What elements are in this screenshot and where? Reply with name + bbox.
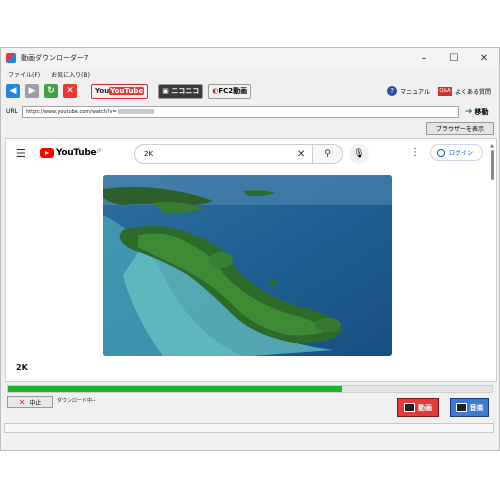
niconico-site-button[interactable]: ▣ ニコニコ <box>158 83 204 99</box>
menu-icon[interactable]: ☰ <box>16 147 26 160</box>
menu-favorites[interactable]: お気に入り(B) <box>51 70 90 79</box>
search-input[interactable]: 2K <box>144 150 297 158</box>
download-status: ダウンロード中-- <box>57 398 96 404</box>
clear-icon[interactable]: ✕ <box>297 149 312 160</box>
manual-link[interactable]: マニュアル <box>400 87 430 96</box>
tv-icon: ▣ <box>162 87 169 95</box>
login-button[interactable]: ログイン <box>430 144 483 161</box>
close-button[interactable]: ✕ <box>469 48 499 68</box>
go-button[interactable]: ➔ 移動 <box>465 107 489 117</box>
toolbar: ◀ ▶ ↻ ✕ You YouTube ▣ ニコニコ ◐ FC2動画 ? マニュアル… <box>1 80 499 102</box>
url-input[interactable]: https://www.youtube.com/watch?v= <box>22 105 459 118</box>
back-icon[interactable]: ◀ <box>6 84 20 98</box>
search-icon[interactable]: ⚲ <box>312 145 342 163</box>
video-title[interactable]: 2K <box>16 363 28 372</box>
menu-bar: ファイル(F) お気に入り(B) <box>1 68 499 80</box>
music-icon <box>455 403 467 412</box>
download-progress-bar <box>7 385 493 393</box>
more-options-icon[interactable]: ⋮ <box>410 147 420 158</box>
youtube-play-icon <box>40 148 54 158</box>
stop-icon[interactable]: ✕ <box>63 84 77 98</box>
page-scrollbar[interactable]: ▲ <box>490 143 494 379</box>
faq-link[interactable]: よくある質問 <box>455 87 491 96</box>
app-icon <box>6 53 16 63</box>
redacted-id <box>117 109 154 114</box>
browser-view: ☰ YouTube JP 2K ✕ ⚲ 🎙 ⋮ ログイン ▲ 2K <box>5 138 497 382</box>
refresh-icon[interactable]: ↻ <box>44 84 58 98</box>
url-bar: URL https://www.youtube.com/watch?v= ➔ 移動 <box>1 104 499 119</box>
menu-file[interactable]: ファイル(F) <box>8 70 40 79</box>
youtube-logo[interactable]: YouTube JP <box>40 148 101 158</box>
title-bar: 動画ダウンローダー7 – ☐ ✕ <box>1 48 499 68</box>
arrow-right-icon: ➔ <box>465 106 473 117</box>
video-thumbnail[interactable] <box>103 175 392 356</box>
download-video-button[interactable]: 動画 <box>397 398 439 417</box>
maximize-button[interactable]: ☐ <box>439 48 469 68</box>
help-icon: ? <box>387 86 398 96</box>
account-icon <box>437 148 445 157</box>
minimize-button[interactable]: – <box>409 48 439 68</box>
close-icon: ✕ <box>18 397 26 407</box>
film-icon <box>404 403 415 412</box>
status-bar <box>4 423 494 433</box>
download-audio-button[interactable]: 音楽 <box>450 398 489 417</box>
stop-download-button[interactable]: ✕ 中止 <box>7 396 53 408</box>
show-browser-button[interactable]: ブラウザーを表示 <box>426 122 494 135</box>
window-title: 動画ダウンローダー7 <box>21 54 89 62</box>
forward-icon[interactable]: ▶ <box>25 84 39 98</box>
progress-fill <box>8 386 342 392</box>
fc2-site-button[interactable]: ◐ FC2動画 <box>208 83 252 99</box>
faq-icon: Q&A <box>437 86 452 96</box>
youtube-site-button[interactable]: You YouTube <box>91 83 149 99</box>
youtube-search-box[interactable]: 2K ✕ ⚲ <box>134 144 343 164</box>
microphone-icon[interactable]: 🎙 <box>349 144 369 164</box>
url-label: URL <box>6 108 18 115</box>
